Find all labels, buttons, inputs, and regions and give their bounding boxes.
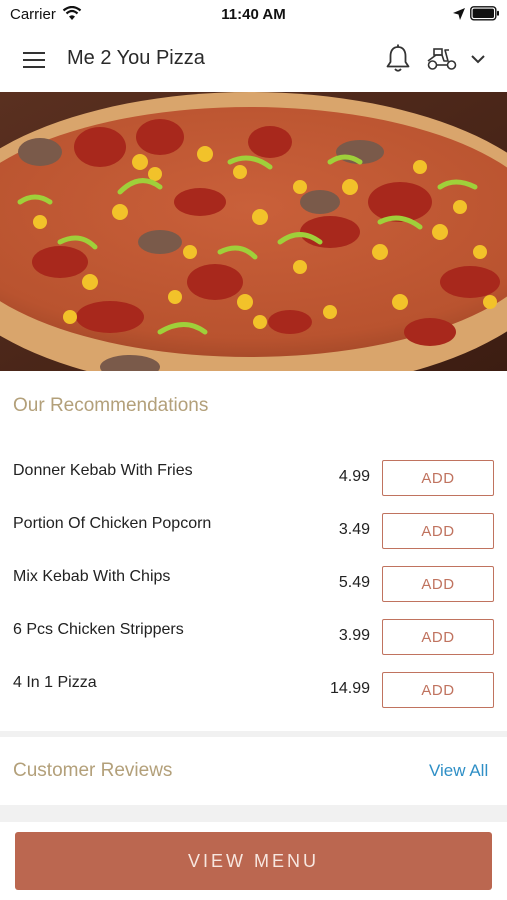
add-button[interactable]: ADD [382, 619, 494, 655]
recommendations-heading: Our Recommendations [13, 395, 209, 416]
item-name: Portion Of Chicken Popcorn [13, 515, 212, 532]
menu-icon[interactable] [18, 46, 50, 74]
add-button[interactable]: ADD [382, 460, 494, 496]
recommendation-item: 6 Pcs Chicken Strippers 3.99 ADD [0, 619, 507, 672]
view-menu-button[interactable]: VIEW MENU [15, 832, 492, 890]
status-bar: Carrier 11:40 AM [0, 0, 507, 28]
battery-icon [470, 6, 500, 26]
item-price: 3.99 [338, 627, 370, 644]
restaurant-title: Me 2 You Pizza [67, 47, 205, 69]
bottom-action-bar: VIEW MENU [0, 822, 507, 900]
recommendation-item: 4 In 1 Pizza 14.99 ADD [0, 672, 507, 725]
hero-pizza-image [0, 92, 507, 371]
add-button[interactable]: ADD [382, 513, 494, 549]
view-all-reviews-link[interactable]: View All [429, 761, 488, 781]
app-header: Me 2 You Pizza [0, 28, 507, 92]
item-price: 4.99 [338, 468, 370, 485]
item-name: 4 In 1 Pizza [13, 674, 97, 691]
item-price: 3.49 [338, 521, 370, 538]
add-button[interactable]: ADD [382, 566, 494, 602]
recommendation-item: Donner Kebab With Fries 4.99 ADD [0, 460, 507, 513]
item-name: Donner Kebab With Fries [13, 462, 193, 479]
item-price: 14.99 [329, 680, 370, 697]
section-divider [0, 731, 507, 737]
recommendation-item: Mix Kebab With Chips 5.49 ADD [0, 566, 507, 619]
bell-icon[interactable] [385, 44, 411, 79]
item-name: 6 Pcs Chicken Strippers [13, 621, 184, 638]
item-name: Mix Kebab With Chips [13, 568, 171, 585]
location-icon [452, 7, 466, 26]
recommendation-item: Portion Of Chicken Popcorn 3.49 ADD [0, 513, 507, 566]
reviews-heading: Customer Reviews [13, 760, 173, 781]
chevron-down-icon[interactable] [470, 52, 486, 70]
item-price: 5.49 [338, 574, 370, 591]
scooter-icon[interactable] [426, 46, 458, 77]
status-time: 11:40 AM [221, 6, 286, 23]
section-divider [0, 805, 507, 822]
add-button[interactable]: ADD [382, 672, 494, 708]
